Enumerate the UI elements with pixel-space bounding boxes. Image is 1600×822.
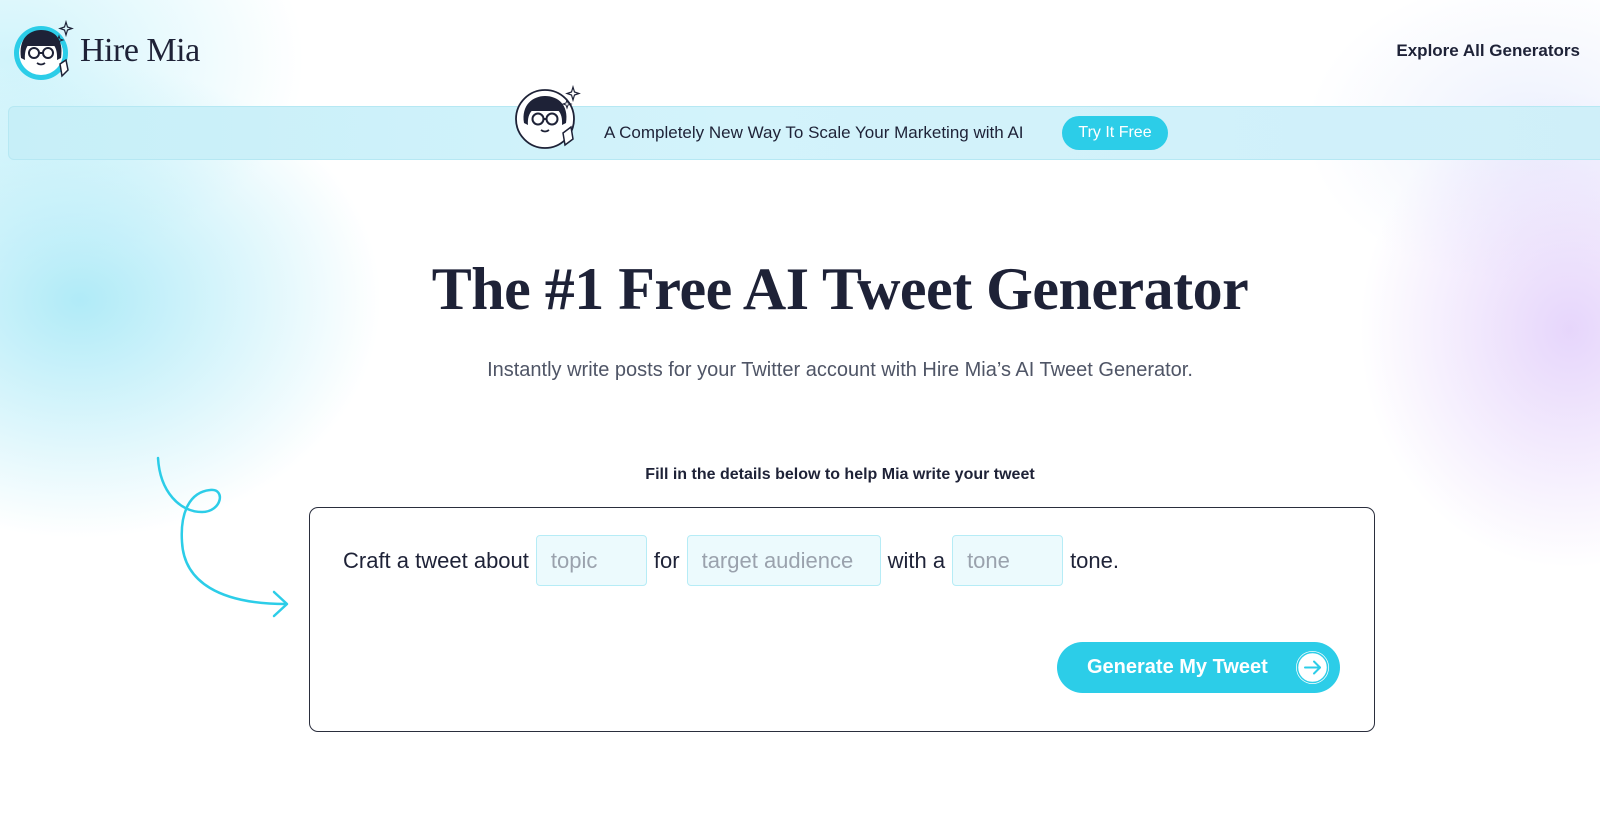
brand-logo[interactable]: Hire Mia	[12, 19, 200, 82]
prompt-connector-with: with a	[887, 547, 946, 573]
prompt-suffix: tone.	[1070, 547, 1119, 573]
prompt-connector-for: for	[653, 547, 680, 573]
page-subtitle: Instantly write posts for your Twitter a…	[487, 359, 1193, 381]
page-title: The #1 Free AI Tweet Generator	[431, 256, 1249, 322]
mia-avatar-icon	[12, 19, 74, 82]
prompt-sentence: Craft a tweet about for with a tone.	[343, 535, 1119, 586]
tone-input[interactable]	[952, 535, 1064, 586]
arrow-right-icon	[1296, 651, 1329, 684]
brand-name: Hire Mia	[80, 32, 200, 69]
prompt-prefix: Craft a tweet about	[343, 547, 529, 573]
generate-tweet-label: Generate My Tweet	[1087, 656, 1268, 678]
mia-avatar-icon	[513, 84, 583, 151]
generate-tweet-button[interactable]: Generate My Tweet	[1057, 642, 1340, 693]
curly-arrow-doodle-icon	[150, 452, 295, 627]
target-audience-input[interactable]	[686, 535, 881, 586]
explore-generators-link[interactable]: Explore All Generators	[1396, 41, 1580, 61]
banner-text: A Completely New Way To Scale Your Marke…	[604, 123, 1024, 142]
try-it-free-button[interactable]: Try It Free	[1062, 116, 1168, 150]
topic-input[interactable]	[535, 535, 647, 586]
